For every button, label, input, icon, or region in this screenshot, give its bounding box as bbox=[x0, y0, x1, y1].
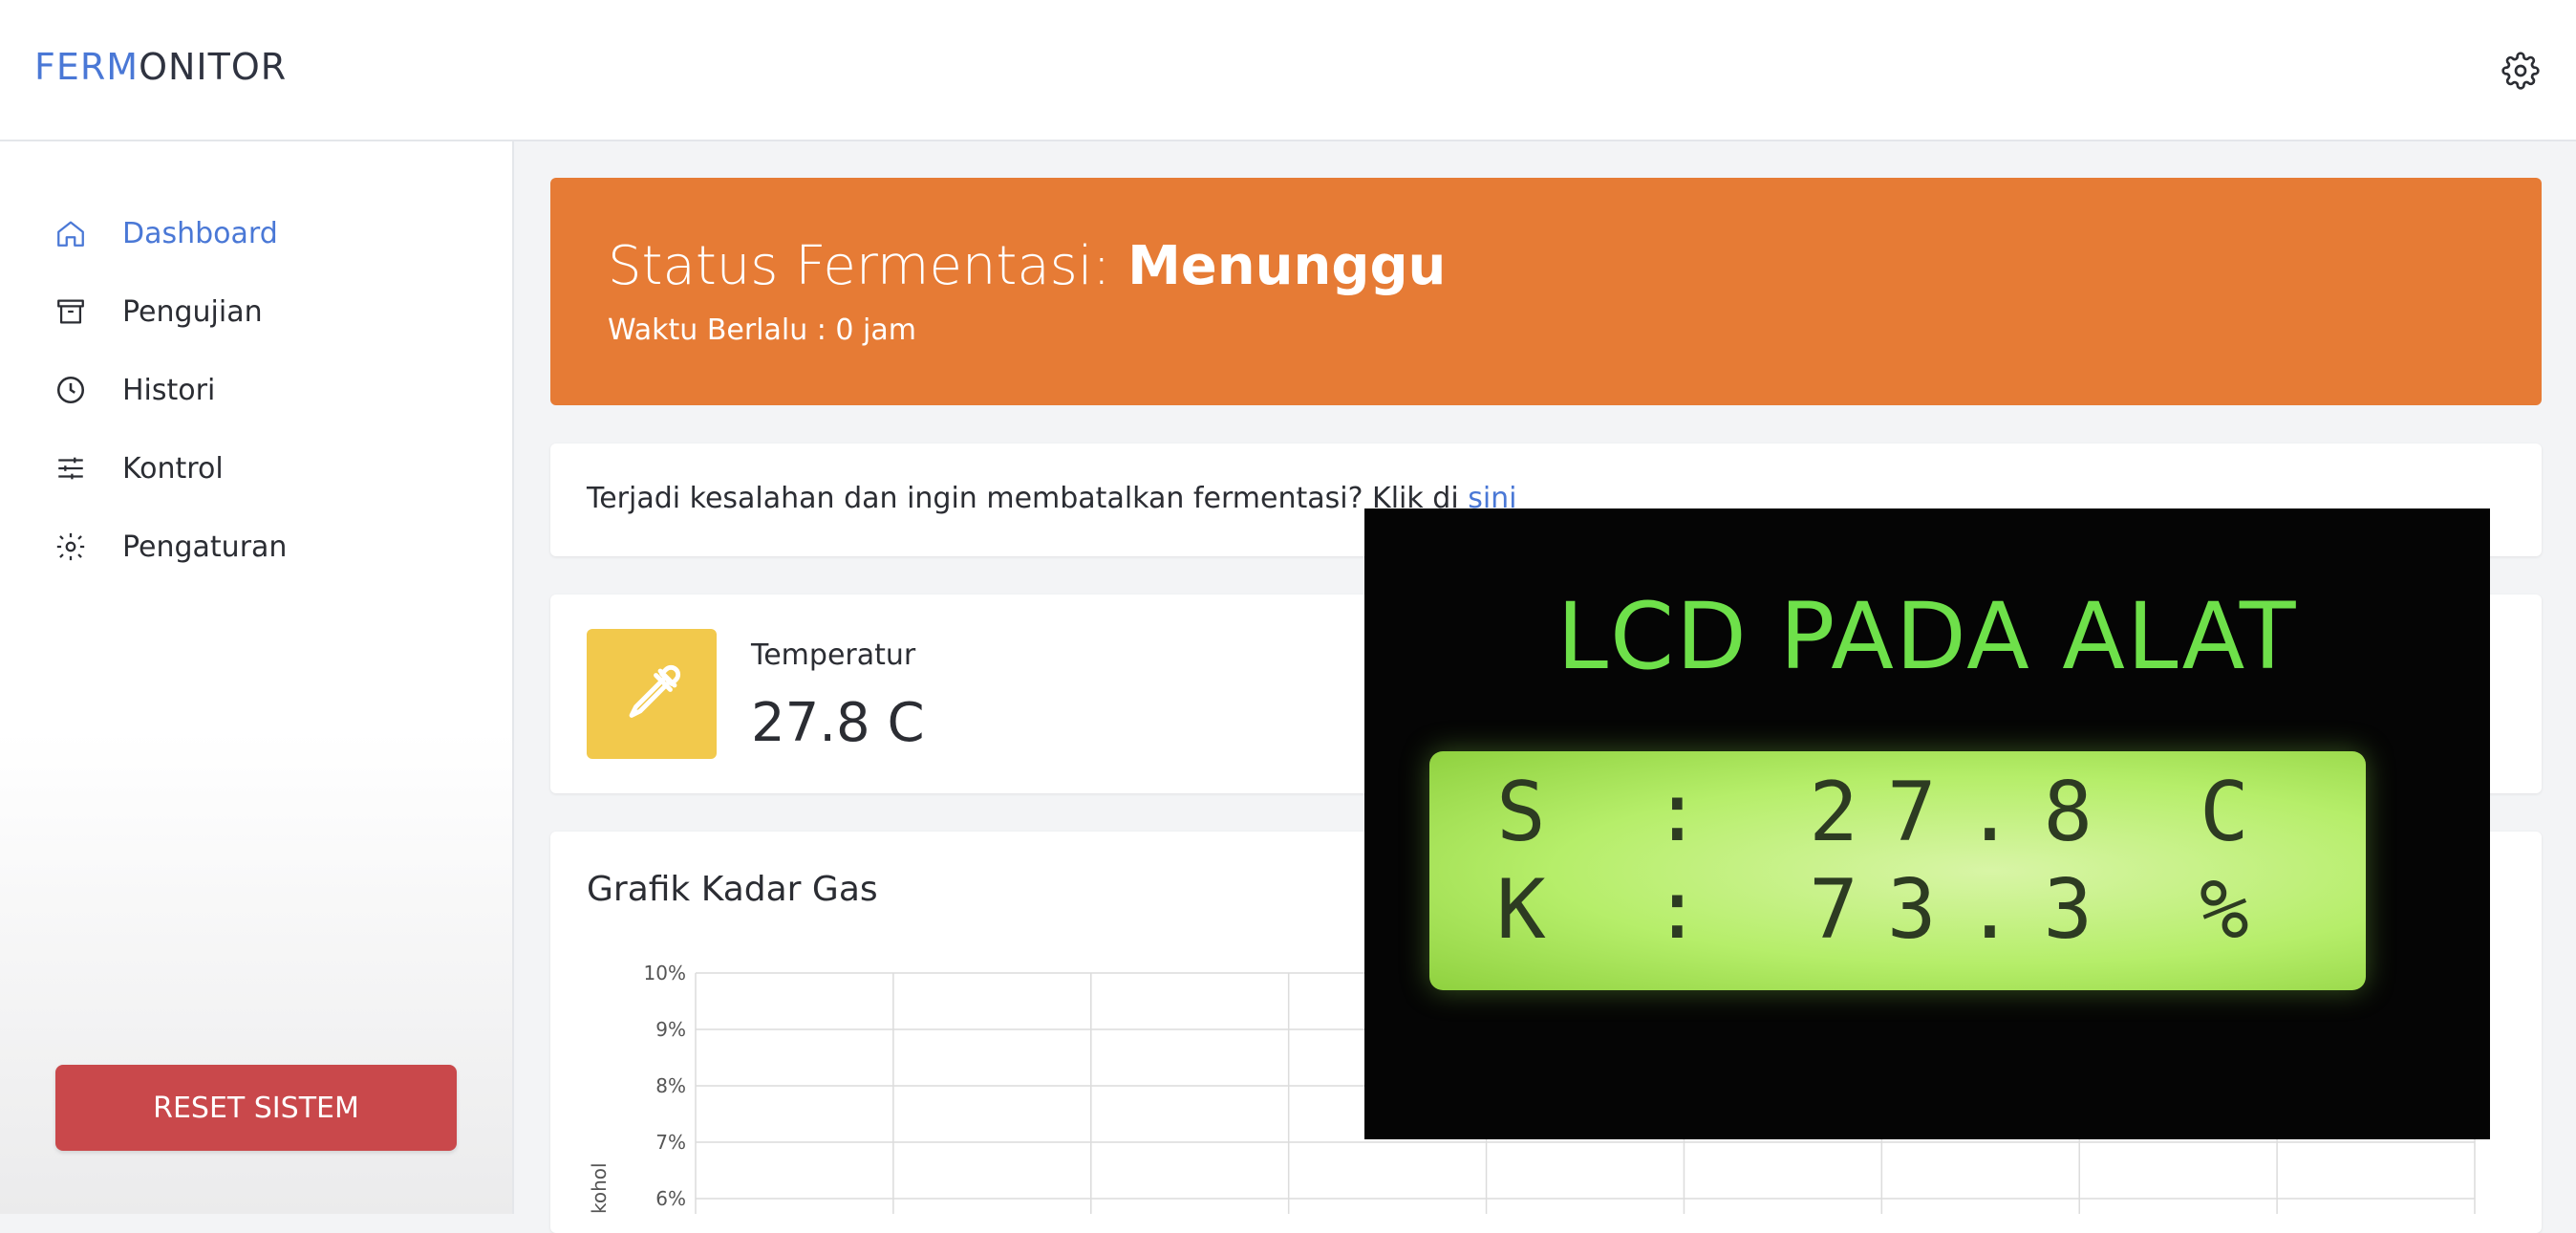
sidebar-item-histori[interactable]: Histori bbox=[54, 361, 474, 419]
sliders-icon bbox=[54, 451, 88, 486]
gear-icon bbox=[54, 530, 88, 564]
lcd-row-1: S : 27.8 C bbox=[1496, 765, 2278, 860]
y-tick-label: 7% bbox=[655, 1131, 686, 1154]
status-card: Status Fermentasi: Menunggu Waktu Berlal… bbox=[550, 178, 2542, 405]
sidebar-item-label: Kontrol bbox=[122, 451, 224, 486]
top-header: FERMONITOR bbox=[0, 0, 2576, 141]
gear-icon bbox=[2501, 52, 2540, 90]
elapsed-time: Waktu Berlalu : 0 jam bbox=[608, 314, 916, 347]
sidebar-item-label: Pengaturan bbox=[122, 530, 288, 564]
sidebar-item-label: Histori bbox=[122, 373, 216, 407]
sidebar-item-pengaturan[interactable]: Pengaturan bbox=[54, 518, 474, 575]
sidebar-item-dashboard[interactable]: Dashboard bbox=[54, 205, 474, 262]
y-tick-label: 6% bbox=[655, 1187, 686, 1210]
y-tick-label: 10% bbox=[644, 962, 686, 984]
archive-icon bbox=[54, 294, 88, 329]
sidebar-item-label: Dashboard bbox=[122, 216, 278, 250]
sidebar-item-label: Pengujian bbox=[122, 294, 263, 329]
status-title: Status Fermentasi: Menunggu bbox=[608, 235, 1447, 297]
sidebar-item-pengujian[interactable]: Pengujian bbox=[54, 283, 474, 340]
lcd-row-2: K : 73.3 % bbox=[1496, 862, 2278, 958]
lcd-title: LCD PADA ALAT bbox=[1556, 583, 2298, 690]
y-tick-label: 9% bbox=[655, 1018, 686, 1041]
sidebar-item-kontrol[interactable]: Kontrol bbox=[54, 440, 474, 497]
lcd-video-overlay: LCD PADA ALAT S : 27.8 C K : 73.3 % bbox=[1364, 508, 2490, 1139]
sidebar: Dashboard Pengujian Histori Kontrol Peng… bbox=[0, 141, 514, 1214]
temperature-label: Temperatur bbox=[751, 638, 916, 672]
app-logo[interactable]: FERMONITOR bbox=[34, 46, 287, 88]
temperature-value: 27.8 C bbox=[751, 692, 925, 754]
home-icon bbox=[54, 216, 88, 250]
y-axis-label: kohol bbox=[588, 1162, 611, 1214]
status-value: Menunggu bbox=[1127, 235, 1447, 297]
settings-button[interactable] bbox=[2498, 48, 2544, 94]
dropper-icon bbox=[629, 664, 681, 718]
reset-system-button[interactable]: RESET SISTEM bbox=[55, 1065, 457, 1151]
lcd-screen: S : 27.8 C K : 73.3 % bbox=[1429, 751, 2366, 990]
temperature-icon-box bbox=[587, 629, 717, 759]
y-tick-label: 8% bbox=[655, 1074, 686, 1097]
clock-icon bbox=[54, 373, 88, 407]
